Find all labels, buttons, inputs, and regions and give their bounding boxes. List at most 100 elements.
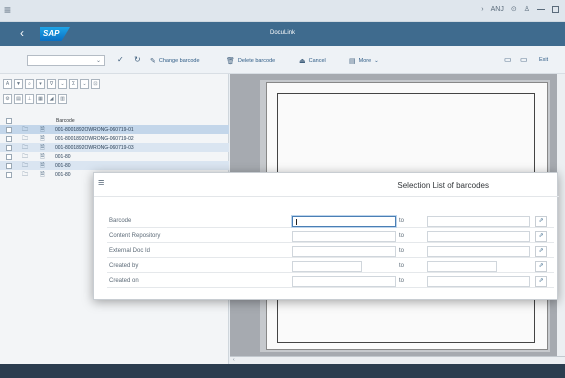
field-row-external-doc-id: External Doc Id to ⇗ bbox=[107, 244, 554, 258]
created-by-from-input[interactable] bbox=[292, 261, 362, 272]
chart-icon[interactable]: ◢ bbox=[47, 94, 56, 104]
created-on-to-input[interactable] bbox=[427, 276, 530, 287]
exit-button[interactable]: Exit bbox=[539, 57, 548, 63]
tree-toolbar-row-2: ⚙ ▤ ⊥ ▦ ◢ ▥ bbox=[3, 94, 67, 104]
multiple-selection-icon[interactable]: ⇗ bbox=[535, 231, 547, 242]
settings-icon[interactable]: ⚙ bbox=[3, 94, 12, 104]
list-icon: ▤ bbox=[349, 58, 356, 65]
folder-icon: 🗀 bbox=[22, 171, 29, 178]
content-repository-to-input[interactable] bbox=[427, 231, 530, 242]
selection-dialog: ≡ Selection List of barcodes Barcode to … bbox=[93, 172, 559, 300]
scroll-left-icon[interactable]: ‹ bbox=[233, 357, 235, 363]
cancel-label: Cancel bbox=[308, 58, 326, 64]
refresh-icon[interactable]: ↻ bbox=[134, 55, 141, 64]
horizontal-scrollbar[interactable]: ‹ bbox=[230, 356, 565, 364]
command-field[interactable]: ⌄ bbox=[27, 55, 105, 66]
system-controls: › ANJ ⊙ ♙ bbox=[481, 5, 559, 13]
filter-dropdown-icon[interactable]: ∇ bbox=[47, 79, 56, 89]
system-id: ANJ bbox=[490, 5, 504, 13]
field-label: Created on bbox=[109, 278, 139, 284]
field-label: Content Repository bbox=[109, 233, 161, 239]
row-checkbox[interactable] bbox=[6, 153, 12, 160]
subtotal-icon[interactable]: ⌄ bbox=[80, 79, 89, 89]
view-icon[interactable]: ▦ bbox=[36, 94, 45, 104]
field-row-created-by: Created by to ⇗ bbox=[107, 259, 554, 273]
window-icon[interactable]: ▭ bbox=[504, 55, 512, 64]
barcode-to-input[interactable] bbox=[427, 216, 530, 227]
barcode-label: 001-80 bbox=[55, 171, 71, 178]
row-checkbox[interactable] bbox=[6, 162, 12, 169]
select-all-checkbox[interactable] bbox=[6, 117, 12, 124]
delete-barcode-label: Delete barcode bbox=[237, 58, 276, 64]
exit-label: Exit bbox=[539, 57, 549, 63]
tree-header-row: Barcode bbox=[0, 116, 229, 125]
toolbar: ⌄ ✓ ↻ ✎ Change barcode 🗑 Delete barcode ⏏ C… bbox=[0, 46, 565, 74]
help-icon[interactable]: ⊙ bbox=[511, 5, 517, 13]
filter-icon[interactable]: ▼ bbox=[14, 79, 23, 89]
external-doc-id-to-input[interactable] bbox=[427, 246, 530, 257]
cancel-icon: ⏏ bbox=[299, 58, 306, 65]
tree-row[interactable]: 🗀 🗎 001-80 bbox=[0, 152, 229, 161]
multiple-selection-icon[interactable]: ⇗ bbox=[535, 276, 547, 287]
chevron-down-icon[interactable]: ⌄ bbox=[58, 79, 67, 89]
system-bar: ≡ › ANJ ⊙ ♙ bbox=[0, 0, 565, 22]
layout-icon[interactable]: ⊡ bbox=[91, 79, 100, 89]
barcode-label: 001-8001892OWRONG-060719-03 bbox=[55, 144, 134, 151]
delete-barcode-button[interactable]: 🗑 Delete barcode bbox=[226, 57, 275, 65]
content-repository-from-input[interactable] bbox=[292, 231, 396, 242]
expand-icon[interactable]: ▾ bbox=[36, 79, 45, 89]
tree-row[interactable]: 🗀 🗎 001-80 bbox=[0, 161, 229, 170]
pencil-icon: ✎ bbox=[150, 58, 156, 65]
multiple-selection-icon[interactable]: ⇗ bbox=[535, 246, 547, 257]
maximize-icon[interactable] bbox=[552, 5, 559, 13]
change-barcode-button[interactable]: ✎ Change barcode bbox=[150, 57, 200, 65]
checkmark-icon[interactable]: ✓ bbox=[117, 55, 124, 64]
tree-row[interactable]: 🗀 🗎 001-8001892OWRONG-060719-01 bbox=[0, 125, 229, 134]
barcode-label: 001-8001892OWRONG-060719-01 bbox=[55, 126, 134, 133]
tree-row[interactable]: 🗀 🗎 001-8001892OWRONG-060719-03 bbox=[0, 143, 229, 152]
menu-icon[interactable]: ≡ bbox=[4, 4, 11, 16]
to-label: to bbox=[399, 248, 405, 254]
window-icon[interactable]: ▭ bbox=[520, 55, 528, 64]
field-label: External Doc Id bbox=[109, 248, 151, 254]
dialog-header: ≡ Selection List of barcodes bbox=[94, 173, 559, 197]
sum-icon[interactable]: Σ bbox=[69, 79, 78, 89]
created-by-to-input[interactable] bbox=[427, 261, 497, 272]
row-checkbox[interactable] bbox=[6, 126, 12, 133]
barcode-from-input[interactable] bbox=[292, 216, 396, 227]
created-on-from-input[interactable] bbox=[292, 276, 396, 287]
chevron-down-icon: ⌄ bbox=[95, 58, 101, 64]
document-icon: 🗎 bbox=[40, 171, 45, 178]
to-label: to bbox=[399, 233, 405, 239]
field-row-content-repository: Content Repository to ⇗ bbox=[107, 229, 554, 243]
row-checkbox[interactable] bbox=[6, 135, 12, 142]
info-icon[interactable]: ▥ bbox=[58, 94, 67, 104]
external-doc-id-from-input[interactable] bbox=[292, 246, 396, 257]
vertical-scrollbar[interactable] bbox=[557, 74, 565, 356]
to-label: to bbox=[399, 263, 405, 269]
multiple-selection-icon[interactable]: ⇗ bbox=[535, 216, 547, 227]
row-checkbox[interactable] bbox=[6, 171, 12, 178]
field-row-barcode: Barcode to ⇗ bbox=[107, 214, 554, 228]
change-barcode-label: Change barcode bbox=[158, 58, 200, 64]
barcode-label: 001-80 bbox=[55, 153, 71, 160]
trash-icon: 🗑 bbox=[226, 58, 235, 65]
multiple-selection-icon[interactable]: ⇗ bbox=[535, 261, 547, 272]
user-icon[interactable]: ♙ bbox=[524, 5, 530, 13]
minimize-icon[interactable] bbox=[537, 8, 545, 10]
title-bar: ‹ SAP DocuLink bbox=[0, 22, 565, 46]
menu-icon[interactable]: ≡ bbox=[98, 178, 104, 189]
more-label: More bbox=[358, 58, 372, 64]
export-icon[interactable]: ⊥ bbox=[25, 94, 34, 104]
row-checkbox[interactable] bbox=[6, 144, 12, 151]
print-icon[interactable]: ▤ bbox=[14, 94, 23, 104]
tree-row[interactable]: 🗀 🗎 001-8001892OWRONG-060719-02 bbox=[0, 134, 229, 143]
barcode-tree: Barcode 🗀 🗎 001-8001892OWRONG-060719-01 … bbox=[0, 116, 229, 179]
sort-ascending-icon[interactable]: A bbox=[3, 79, 12, 89]
more-button[interactable]: ▤ More ⌄ bbox=[349, 57, 379, 65]
field-row-created-on: Created on to ⇗ bbox=[107, 274, 554, 288]
cancel-button[interactable]: ⏏ Cancel bbox=[299, 57, 326, 65]
forward-icon[interactable]: › bbox=[481, 6, 483, 13]
chevron-down-icon: ⌄ bbox=[374, 58, 379, 64]
find-icon[interactable]: ⌕ bbox=[25, 79, 34, 89]
